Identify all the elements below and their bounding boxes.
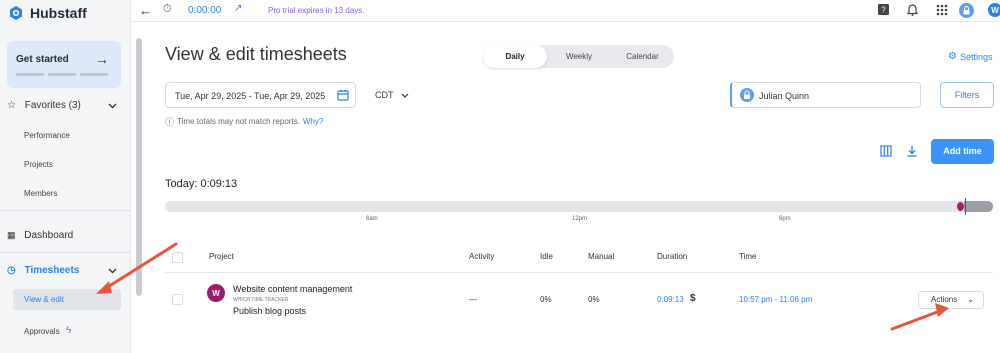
page-title: View & edit timesheets	[165, 44, 347, 64]
timeline-tick-6pm: 6pm	[779, 216, 791, 222]
timeline-now-marker	[965, 198, 966, 215]
get-started-label: Get started	[16, 54, 69, 65]
view-toggle: Daily Weekly Calendar	[483, 45, 674, 68]
get-started-card[interactable]: Get started →	[7, 41, 121, 88]
tab-daily[interactable]: Daily	[483, 45, 547, 68]
actions-label: Actions	[931, 295, 958, 304]
sidebar-item-timesheets[interactable]: ◷ Timesheets	[7, 265, 79, 276]
user-avatar[interactable]: W	[988, 3, 1000, 17]
lock-icon	[740, 88, 754, 102]
chevron-down-icon[interactable]	[108, 268, 117, 274]
date-range-text: Tue, Apr 29, 2025 - Tue, Apr 29, 2025	[175, 91, 326, 101]
sidebar-item-view-edit[interactable]: View & edit	[24, 295, 64, 304]
timezone-value: CDT	[375, 90, 394, 100]
calendar-icon	[337, 90, 349, 101]
time-range-value[interactable]: 10:57 pm - 11:06 pm	[739, 295, 812, 304]
stopwatch-icon[interactable]: ⏱	[163, 3, 172, 16]
project-avatar: W	[207, 284, 225, 302]
col-manual: Manual	[588, 252, 615, 261]
sidebar-item-projects[interactable]: Projects	[24, 160, 53, 169]
sidebar-item-performance[interactable]: Performance	[24, 131, 70, 140]
dashboard-icon: ▦	[7, 230, 16, 240]
sidebar-item-dashboard[interactable]: ▦ Dashboard	[7, 230, 73, 241]
lock-avatar-icon[interactable]	[959, 3, 974, 18]
tab-weekly[interactable]: Weekly	[547, 45, 611, 68]
col-activity: Activity	[469, 252, 495, 261]
manual-value: 0%	[588, 295, 600, 304]
hubstaff-logo[interactable]: Hubstaff	[8, 5, 87, 21]
divider	[0, 210, 131, 211]
col-time: Time	[739, 252, 757, 261]
chevron-down-icon[interactable]	[108, 103, 117, 109]
favorites-label: Favorites (3)	[24, 100, 81, 111]
tab-calendar[interactable]: Calendar	[611, 45, 674, 68]
filters-button[interactable]: Filters	[940, 82, 994, 108]
col-idle: Idle	[540, 252, 553, 261]
add-time-button[interactable]: Add time	[931, 139, 994, 164]
sidebar-scrollbar[interactable]	[136, 38, 142, 296]
help-icon[interactable]: ?	[878, 4, 889, 15]
gear-icon: ⚙	[948, 51, 957, 62]
col-duration: Duration	[657, 252, 688, 261]
table-divider	[165, 272, 993, 273]
sidebar-item-approvals[interactable]: Approvals	[24, 327, 60, 336]
project-name: Website content management	[233, 284, 353, 294]
user-select[interactable]: Julian Quinn	[730, 82, 921, 108]
settings-label: Settings	[959, 51, 993, 62]
sidebar-item-members[interactable]: Members	[24, 189, 57, 198]
timeline-tick-6am: 6am	[366, 216, 378, 222]
today-total: Today: 0:09:13	[165, 178, 238, 190]
timer-value: 0:00:00	[188, 5, 222, 16]
note-text: Time totals may not match reports.	[177, 117, 300, 126]
arrow-right-icon: →	[95, 51, 109, 67]
tracker-label: WHICH TIME TRACKER	[233, 297, 289, 303]
date-range-picker[interactable]: Tue, Apr 29, 2025 - Tue, Apr 29, 2025	[165, 82, 356, 108]
chevron-down-icon: ⌄	[967, 295, 974, 304]
lightning-icon: ϟ	[66, 325, 72, 336]
paid-dollar-icon: $	[690, 293, 696, 304]
why-link[interactable]: Why?	[303, 117, 323, 126]
divider	[0, 252, 131, 253]
actions-dropdown[interactable]: Actions ⌄	[918, 291, 984, 309]
user-name: Julian Quinn	[759, 91, 810, 101]
timeline-future	[964, 201, 993, 212]
day-timeline	[165, 198, 993, 215]
settings-link[interactable]: ⚙ Settings	[948, 51, 993, 62]
svg-text:?: ?	[881, 6, 886, 15]
download-icon[interactable]	[906, 145, 918, 157]
duration-value[interactable]: 0:09:13	[657, 295, 684, 304]
row-checkbox[interactable]	[172, 294, 183, 305]
info-icon: ⓘ	[165, 117, 175, 127]
star-icon: ☆	[7, 100, 16, 111]
back-arrow-icon[interactable]: ←	[139, 3, 152, 18]
idle-value: 0%	[540, 295, 552, 304]
totals-note: ⓘ Time totals may not match reports. Why…	[165, 115, 323, 128]
timezone-select[interactable]: CDT	[375, 90, 409, 100]
col-project: Project	[209, 252, 234, 261]
app-name: Hubstaff	[30, 5, 87, 21]
select-all-checkbox[interactable]	[172, 252, 183, 263]
columns-icon[interactable]	[880, 145, 892, 157]
sidebar-item-favorites[interactable]: ☆ Favorites (3)	[7, 100, 81, 111]
progress-steps	[16, 73, 108, 76]
activity-value: —	[469, 295, 477, 304]
trial-banner[interactable]: Pro trial expires in 13 days.	[268, 6, 365, 15]
timesheets-label: Timesheets	[24, 265, 80, 276]
timeline-entry[interactable]	[957, 202, 964, 211]
chevron-down-icon	[401, 93, 409, 98]
task-name: Publish blog posts	[233, 306, 307, 316]
top-bar: ← ⏱ 0:00:00 ↗ Pro trial expires in 13 da…	[131, 0, 1000, 22]
timeline-tick-12pm: 12pm	[572, 216, 588, 222]
clock-icon: ◷	[7, 265, 16, 276]
hubstaff-logo-icon	[10, 6, 22, 20]
dashboard-label: Dashboard	[24, 230, 74, 241]
apps-grid-icon[interactable]	[936, 4, 948, 16]
sidebar: Hubstaff Get started → ☆ Favorites (3) P…	[0, 0, 131, 353]
bell-icon[interactable]	[907, 4, 918, 16]
expand-arrow-icon[interactable]: ↗	[234, 3, 242, 14]
